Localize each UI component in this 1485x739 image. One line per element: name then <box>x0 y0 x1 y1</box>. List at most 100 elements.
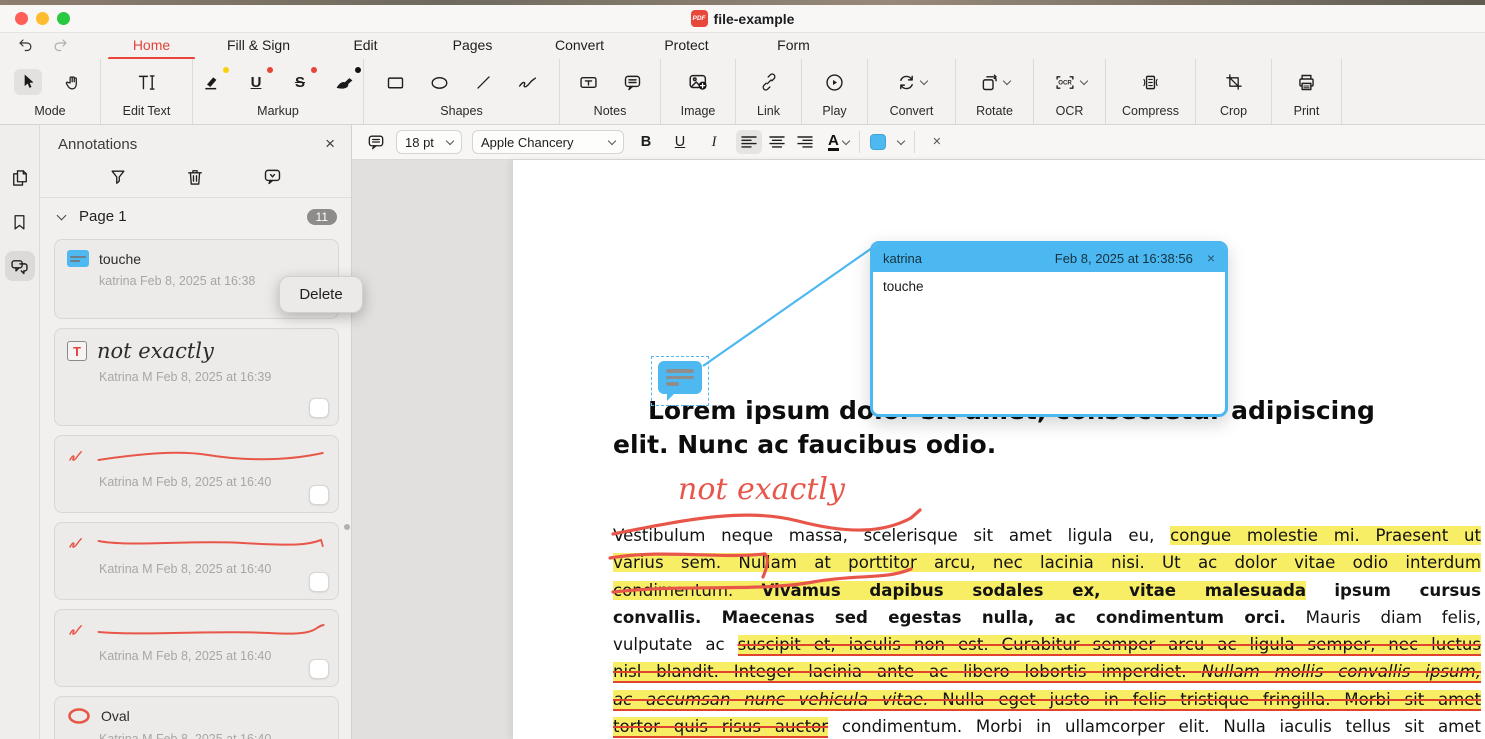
rotate-icon <box>979 72 1000 93</box>
body-text-line: condimentum. Vivamus dapibus sodales ex,… <box>613 577 1481 604</box>
toolbar-group-play: Play <box>802 59 868 124</box>
image-icon <box>687 71 709 93</box>
app-window: PDF file-example Home Fill & Sign Edit P… <box>0 0 1485 739</box>
compress-button[interactable] <box>1137 69 1165 95</box>
color-swatch <box>870 134 886 150</box>
text-box-icon <box>578 72 599 93</box>
body-text-segment[interactable]: ac accumsan nunc vehicula vitae. <box>613 690 929 711</box>
annotation-card-ink[interactable]: Katrina M Feb 8, 2025 at 16:40 <box>54 522 339 600</box>
body-text-segment[interactable]: Vivamus dapibus sodales ex, vitae malesu… <box>761 581 1306 600</box>
delete-context-menu-item[interactable]: Delete <box>279 276 363 313</box>
tab-convert[interactable]: Convert <box>526 33 633 60</box>
tab-home[interactable]: Home <box>98 33 205 60</box>
highlight-button[interactable] <box>198 69 226 95</box>
annotations-panel-button[interactable] <box>5 251 35 281</box>
select-mode-button[interactable] <box>14 69 42 95</box>
body-text-segment[interactable]: tortor quis risus auctor <box>613 717 828 738</box>
pages-icon <box>10 168 30 188</box>
align-right-button[interactable] <box>792 130 818 154</box>
group-label-markup: Markup <box>257 104 299 118</box>
marker-button[interactable] <box>330 69 358 95</box>
annotation-checkbox[interactable] <box>309 572 329 592</box>
group-label-shapes: Shapes <box>440 104 482 118</box>
body-text-segment[interactable]: Nulla eget justo in felis tristique frin… <box>929 690 1481 711</box>
italic-button[interactable]: I <box>702 130 726 154</box>
link-icon <box>759 72 779 92</box>
bookmarks-panel-button[interactable] <box>5 207 35 237</box>
annotation-card-ink[interactable]: Katrina M Feb 8, 2025 at 16:40 <box>54 609 339 687</box>
body-text-segment[interactable]: Nullam mollis convallis ipsum, <box>1201 662 1481 683</box>
body-text-segment[interactable]: congue molestie mi. Praesent ut <box>1170 526 1481 545</box>
ink-icon <box>67 622 85 640</box>
tab-edit[interactable]: Edit <box>312 33 419 60</box>
body-text-segment: Vestibulum neque massa, scelerisque sit … <box>613 526 1170 545</box>
body-text-segment[interactable]: condimentum. <box>613 581 761 600</box>
scribble-shape-button[interactable] <box>514 69 542 95</box>
link-button[interactable] <box>755 69 783 95</box>
font-family-dropdown[interactable]: Apple Chancery <box>472 130 624 154</box>
comment-note-button[interactable] <box>618 69 646 95</box>
body-text-segment[interactable]: varius sem. Nullam at porttitor arcu, ne… <box>613 553 1481 572</box>
hand-mode-button[interactable] <box>58 69 86 95</box>
body-text-segment[interactable]: nisl blandit. Integer lacinia ante ac li… <box>613 662 1201 683</box>
cursor-icon <box>18 72 38 92</box>
undo-icon[interactable] <box>16 37 36 55</box>
note-popup-header[interactable]: katrina Feb 8, 2025 at 16:38:56 × <box>873 244 1225 272</box>
ink-preview <box>95 620 328 642</box>
oval-shape-button[interactable] <box>426 69 454 95</box>
print-button[interactable] <box>1293 69 1321 95</box>
annotation-meta: Katrina M Feb 8, 2025 at 16:40 <box>99 649 328 663</box>
annotation-checkbox[interactable] <box>309 659 329 679</box>
thumbnails-panel-button[interactable] <box>5 163 35 193</box>
font-size-dropdown[interactable]: 18 pt <box>396 130 462 154</box>
comment-format-icon[interactable] <box>366 132 386 152</box>
highlight-color-dot <box>223 67 229 73</box>
annotation-card-text[interactable]: T not exactly Katrina M Feb 8, 2025 at 1… <box>54 328 339 426</box>
sidebar-scroll-indicator[interactable] <box>344 524 350 530</box>
note-body-text[interactable]: touche <box>873 272 1225 301</box>
rotate-button[interactable] <box>974 69 1016 95</box>
play-button[interactable] <box>821 69 849 95</box>
annotation-color-button[interactable] <box>870 134 904 150</box>
handwritten-text-annotation[interactable]: not exactly <box>678 472 845 507</box>
bold-button[interactable]: B <box>634 130 658 154</box>
text-box-note-button[interactable] <box>574 69 602 95</box>
tab-pages[interactable]: Pages <box>419 33 526 60</box>
annotation-checkbox[interactable] <box>309 398 329 418</box>
tab-form[interactable]: Form <box>740 33 847 60</box>
redo-icon[interactable] <box>50 37 70 55</box>
convert-button[interactable] <box>891 69 933 95</box>
align-left-button[interactable] <box>736 130 762 154</box>
text-color-button[interactable]: A <box>828 133 849 151</box>
filter-icon[interactable] <box>108 167 128 187</box>
tab-protect[interactable]: Protect <box>633 33 740 60</box>
annotation-checkbox[interactable] <box>309 485 329 505</box>
page-section-header[interactable]: Page 1 11 <box>40 198 351 229</box>
body-text-segment[interactable]: suscipit et, iaculis non est. Curabitur … <box>738 635 1481 656</box>
image-button[interactable] <box>684 69 712 95</box>
crop-button[interactable] <box>1220 69 1248 95</box>
tab-fill-sign[interactable]: Fill & Sign <box>205 33 312 60</box>
line-shape-button[interactable] <box>470 69 498 95</box>
sticky-note-icon[interactable] <box>658 361 702 394</box>
sticky-note-selection[interactable] <box>651 356 709 406</box>
edit-text-button[interactable] <box>133 69 161 95</box>
group-label-mode: Mode <box>34 104 65 118</box>
rectangle-shape-button[interactable] <box>382 69 410 95</box>
underline-button[interactable]: U <box>668 130 692 154</box>
underline-button[interactable]: U <box>242 69 270 95</box>
comment-options-icon[interactable] <box>262 166 283 187</box>
format-bar-close-button[interactable]: × <box>925 130 949 154</box>
annotation-card-ink[interactable]: Katrina M Feb 8, 2025 at 16:40 <box>54 435 339 513</box>
compress-icon <box>1140 72 1161 93</box>
underline-color-dot <box>267 67 273 73</box>
note-close-button[interactable]: × <box>1207 250 1215 266</box>
sidebar-close-button[interactable]: × <box>325 134 335 154</box>
annotation-card-oval[interactable]: Oval Katrina M Feb 8, 2025 at 16:40 <box>54 696 339 739</box>
body-text-line: nisl blandit. Integer lacinia ante ac li… <box>613 658 1481 685</box>
ocr-button[interactable]: OCR <box>1047 69 1093 95</box>
align-center-button[interactable] <box>764 130 790 154</box>
annotation-meta: Katrina M Feb 8, 2025 at 16:40 <box>99 562 328 576</box>
strikeout-button[interactable]: S <box>286 69 314 95</box>
trash-icon[interactable] <box>185 167 205 187</box>
